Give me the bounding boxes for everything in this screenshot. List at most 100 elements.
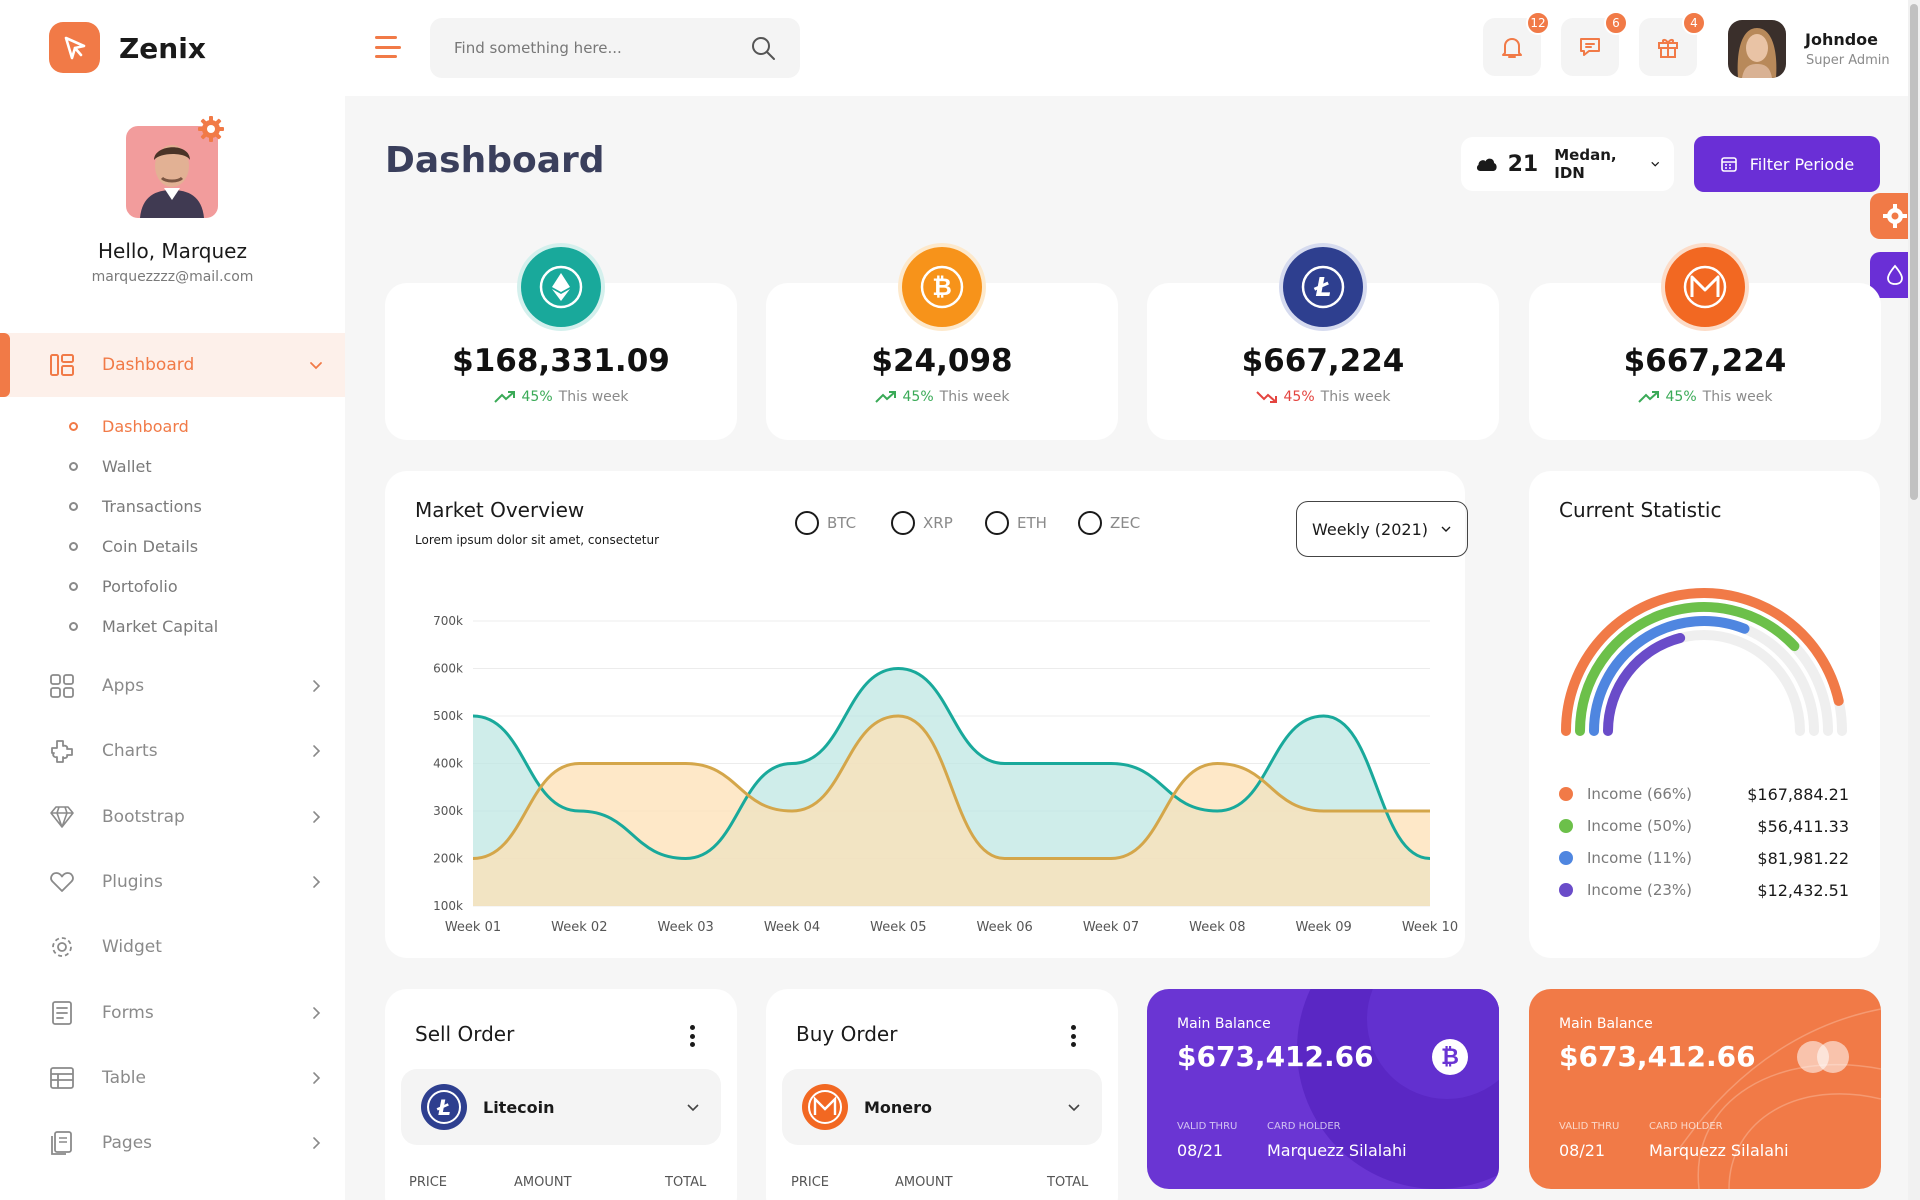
diamond-icon [48, 803, 76, 831]
cloud-icon [1476, 158, 1497, 171]
messages-badge: 6 [1604, 11, 1628, 35]
scrollbar-thumb[interactable] [1910, 4, 1918, 500]
stat-change: 45% This week [385, 389, 737, 405]
x-tick-label: Week 10 [1402, 920, 1458, 935]
y-tick-label: 100k [433, 899, 463, 913]
logo-icon [64, 36, 85, 59]
legend-value: $56,411.33 [1757, 816, 1849, 836]
stat-card-monero[interactable]: $667,224 45% This week [1529, 247, 1881, 440]
stat-change: 45% This week [1529, 389, 1881, 405]
card-holder-value: Marquezz Silalahi [1267, 1141, 1407, 1160]
weather-location-select[interactable]: 21 Medan, IDN [1461, 137, 1674, 191]
sidebar: Hello, Marquez marquezzzz@mail.com Dashb… [0, 96, 345, 1200]
submenu-label: Market Capital [102, 616, 219, 636]
page-scrollbar[interactable] [1908, 0, 1920, 1200]
bullet-icon [69, 621, 78, 631]
forms-icon [48, 999, 76, 1027]
mastercard-icon [1797, 1041, 1849, 1073]
stat-percent: 45% [521, 389, 553, 405]
notifications-button[interactable]: 12 [1483, 11, 1550, 76]
sidebar-item-label: Forms [102, 1003, 154, 1023]
main-balance-card-orange[interactable]: Main Balance $673,412.66 VALID THRU CARD… [1529, 989, 1881, 1189]
x-tick-label: Week 03 [658, 920, 714, 935]
legend-dot [1559, 883, 1573, 897]
user-avatar[interactable] [1728, 20, 1786, 78]
legend-dot [1559, 787, 1573, 801]
submenu-label: Coin Details [102, 536, 199, 556]
messages-button[interactable]: 6 [1561, 11, 1628, 76]
bitcoin-icon: ₿ [1432, 1039, 1468, 1075]
menu-line [375, 45, 401, 49]
market-chart[interactable]: 700k 600k 500k 400k 300k 200k 100k Week 01 Week … [385, 471, 1465, 958]
svg-text:Ł: Ł [436, 1096, 451, 1120]
sidebar-item-table[interactable]: Table [0, 1053, 345, 1103]
user-name[interactable]: Johndoe [1805, 30, 1878, 49]
statistic-radial-chart[interactable] [1529, 571, 1880, 771]
submenu-item-market-capital[interactable]: Market Capital [0, 610, 345, 642]
sidebar-item-plugins[interactable]: Plugins [0, 857, 345, 907]
gift-icon [1658, 39, 1678, 58]
market-overview-card: Market Overview Lorem ipsum dolor sit am… [385, 471, 1468, 958]
submenu-item-dashboard[interactable]: Dashboard [0, 410, 345, 442]
sidebar-item-pages[interactable]: Pages [0, 1118, 345, 1168]
balance-label: Main Balance [1559, 1016, 1653, 1032]
valid-thru-label: VALID THRU [1559, 1121, 1620, 1132]
sidebar-item-widget[interactable]: Widget [0, 922, 345, 972]
submenu-item-portofolio[interactable]: Portofolio [0, 570, 345, 602]
gifts-button[interactable]: 4 [1639, 11, 1706, 76]
statistic-row: Income (23%) $12,432.51 [1559, 878, 1849, 902]
logo[interactable] [49, 22, 100, 73]
svg-text:₿: ₿ [932, 273, 952, 301]
buy-order-card: Buy Order Monero PRICE AMOUNT TOTAL [766, 989, 1118, 1200]
sidebar-item-bootstrap[interactable]: Bootstrap [0, 792, 345, 842]
stat-card-ethereum[interactable]: $168,331.09 45% This week [385, 247, 737, 440]
x-tick-label: Week 05 [870, 920, 926, 935]
svg-text:Ł: Ł [1313, 273, 1331, 303]
bullet-icon [69, 421, 78, 431]
submenu-item-transactions[interactable]: Transactions [0, 490, 345, 522]
settings-gear-icon[interactable] [196, 114, 226, 144]
valid-thru-value: 08/21 [1559, 1141, 1606, 1160]
bullet-icon [69, 581, 78, 591]
sidebar-item-charts[interactable]: Charts [0, 726, 345, 776]
greeting: Hello, Marquez [98, 239, 247, 263]
coin-name: Monero [864, 1097, 933, 1117]
submenu-item-wallet[interactable]: Wallet [0, 450, 345, 482]
statistic-row: Income (11%) $81,981.22 [1559, 846, 1849, 870]
stat-change: 45% This week [1147, 389, 1499, 405]
sidebar-item-dashboard[interactable]: Dashboard [0, 333, 345, 397]
search-bar [430, 18, 800, 78]
balance-value: $673,412.66 [1559, 1040, 1756, 1073]
buy-coin-select[interactable]: Monero [782, 1069, 1102, 1145]
more-options-icon[interactable] [1070, 1025, 1076, 1047]
chat-icon [1580, 38, 1600, 56]
search-input[interactable] [454, 39, 750, 57]
menu-toggle-button[interactable] [375, 33, 403, 61]
sidebar-item-label: Plugins [102, 872, 163, 892]
column-header: PRICE [409, 1175, 447, 1190]
stat-card-bitcoin[interactable]: ₿ $24,098 45% This week [766, 247, 1118, 440]
submenu-item-coin-details[interactable]: Coin Details [0, 530, 345, 562]
stat-percent: 45% [902, 389, 934, 405]
y-tick-label: 600k [433, 662, 463, 676]
sell-coin-select[interactable]: Ł Litecoin [401, 1069, 721, 1145]
chevron-down-icon [1068, 1104, 1080, 1112]
main-balance-card-purple[interactable]: Main Balance $673,412.66 ₿ VALID THRU CA… [1147, 989, 1499, 1189]
sidebar-item-apps[interactable]: Apps [0, 661, 345, 711]
apps-icon [48, 672, 76, 700]
more-options-icon[interactable] [689, 1025, 695, 1047]
stat-card-litecoin[interactable]: Ł $667,224 45% This week [1147, 247, 1499, 440]
trend-up-icon [874, 391, 896, 403]
brand-name: Zenix [119, 32, 206, 65]
search-icon[interactable] [750, 35, 776, 61]
stat-value: $24,098 [871, 343, 1013, 379]
droplet-icon [1887, 264, 1903, 285]
stat-value: $667,224 [1241, 343, 1405, 379]
filter-periode-button[interactable]: Filter Periode [1694, 136, 1880, 192]
valid-thru-value: 08/21 [1177, 1141, 1224, 1160]
trend-down-icon [1255, 391, 1277, 403]
card-holder-label: CARD HOLDER [1649, 1121, 1723, 1132]
column-header: PRICE [791, 1175, 829, 1190]
page-title: Dashboard [385, 140, 605, 181]
sidebar-item-forms[interactable]: Forms [0, 988, 345, 1038]
